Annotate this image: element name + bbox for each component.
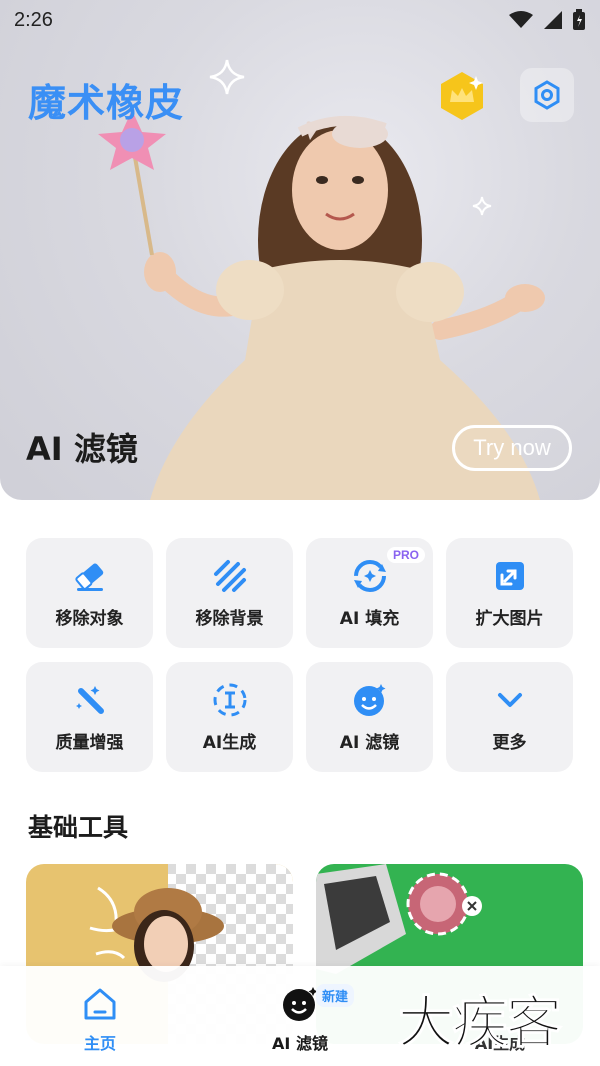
tool-expand-image[interactable]: 扩大图片 — [446, 538, 573, 648]
tool-remove-background[interactable]: 移除背景 — [166, 538, 293, 648]
tool-quality-enhance[interactable]: 质量增强 — [26, 662, 153, 772]
tool-remove-object[interactable]: 移除对象 — [26, 538, 153, 648]
chevron-down-icon — [492, 682, 528, 718]
app-title: 魔术橡皮 — [28, 81, 185, 125]
tool-label: AI 滤镜 — [339, 732, 400, 753]
pro-badge: PRO — [386, 547, 425, 563]
try-now-button[interactable]: Try now — [452, 425, 572, 471]
tool-more[interactable]: 更多 — [446, 662, 573, 772]
tool-label: AI 填充 — [339, 608, 400, 629]
sparkle-icon — [472, 196, 492, 216]
stripes-icon — [212, 558, 248, 594]
settings-icon — [534, 80, 560, 110]
section-title-basic-tools: 基础工具 — [28, 813, 129, 842]
tool-label: 更多 — [492, 732, 527, 753]
expand-image-icon — [492, 558, 528, 594]
new-badge: 新建 — [316, 984, 355, 1007]
status-bar: 2:26 — [0, 0, 600, 40]
nav-ai-filter[interactable]: AI 滤镜 新建 — [200, 966, 400, 1066]
refresh-fill-icon — [352, 558, 388, 594]
tool-ai-generate[interactable]: AI生成 — [166, 662, 293, 772]
tool-ai-filter[interactable]: AI 滤镜 — [306, 662, 433, 772]
wifi-icon — [509, 11, 533, 28]
tool-grid: 移除对象 移除背景 PRO AI 填充 扩大图片 质量增强 AI生成 AI 滤镜… — [26, 538, 574, 772]
home-icon — [84, 988, 116, 1020]
tool-label: AI生成 — [202, 732, 257, 753]
hero-feature-title: AI 滤镜 — [26, 430, 138, 468]
smiley-icon — [352, 682, 388, 718]
smiley-icon — [283, 987, 318, 1021]
nav-home[interactable]: 主页 — [0, 966, 200, 1066]
premium-crown-icon[interactable] — [436, 70, 488, 122]
settings-button[interactable] — [520, 68, 574, 122]
text-cursor-icon — [212, 682, 248, 718]
watermark-logo: 大疾客 — [398, 990, 563, 1057]
nav-label-ai-filter: AI 滤镜 — [272, 1034, 328, 1053]
eraser-icon — [72, 558, 108, 594]
sparkle-icon — [209, 59, 245, 95]
battery-icon — [573, 9, 585, 30]
magic-wand-icon — [72, 682, 108, 718]
nav-label-home: 主页 — [83, 1034, 116, 1053]
tool-ai-fill[interactable]: PRO AI 填充 — [306, 538, 433, 648]
tool-label: 质量增强 — [55, 732, 124, 753]
tool-label: 扩大图片 — [475, 608, 544, 629]
tool-label: 移除背景 — [195, 608, 264, 629]
hero-banner[interactable]: 魔术橡皮 AI 滤镜 Try now — [0, 0, 600, 500]
tool-label: 移除对象 — [55, 608, 124, 629]
status-time: 2:26 — [14, 8, 53, 31]
signal-icon — [544, 11, 562, 29]
